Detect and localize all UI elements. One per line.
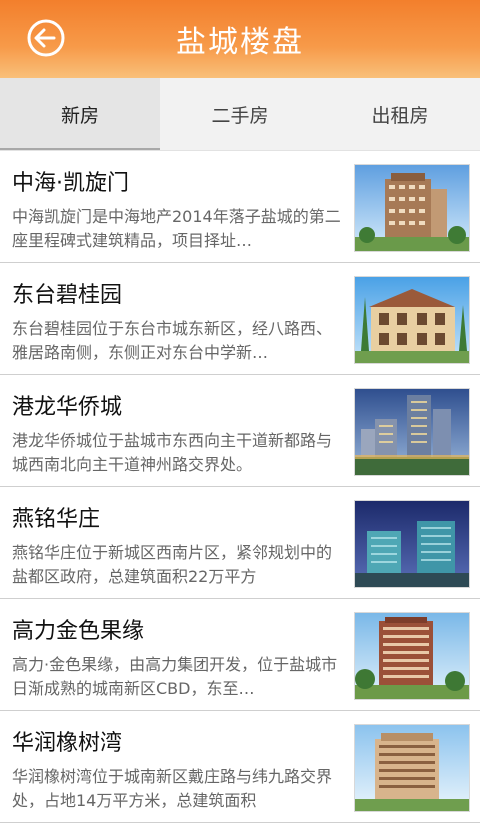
listing-thumbnail xyxy=(354,724,470,812)
back-arrow-icon[interactable] xyxy=(26,18,66,58)
listing-description: 中海凯旋门是中海地产2014年落子盐城的第二座里程碑式建筑精品，项目择址… xyxy=(12,207,341,250)
listing-thumbnail xyxy=(354,164,470,252)
listing-title: 港龙华侨城 xyxy=(12,395,123,420)
listing-description: 高力·金色果缘，由高力集团开发，位于盐城市日渐成熟的城南新区CBD，东至… xyxy=(12,655,338,698)
listing-thumbnail xyxy=(354,500,470,588)
tab-second-hand[interactable]: 二手房 xyxy=(160,78,320,150)
list-item[interactable]: 东台碧桂园 东台碧桂园位于东台市城东新区，经八路西、雅居路南侧，东侧正对东台中学… xyxy=(0,263,480,375)
list-item[interactable]: 华润橡树湾 华润橡树湾位于城南新区戴庄路与纬九路交界处，占地14万平方米，总建筑… xyxy=(0,711,480,823)
page-title: 盐城楼盘 xyxy=(176,25,304,60)
listing-title: 高力金色果缘 xyxy=(12,619,145,644)
app-header: 盐城楼盘 xyxy=(0,0,480,78)
listing-title: 华润橡树湾 xyxy=(12,731,123,756)
tab-bar: 新房 二手房 出租房 xyxy=(0,78,480,151)
list-item[interactable]: 燕铭华庄 燕铭华庄位于新城区西南片区，紧邻规划中的盐都区政府，总建筑面积22万平… xyxy=(0,487,480,599)
listing-list: 中海·凯旋门 中海凯旋门是中海地产2014年落子盐城的第二座里程碑式建筑精品，项… xyxy=(0,151,480,823)
listing-thumbnail xyxy=(354,388,470,476)
listing-title: 燕铭华庄 xyxy=(12,507,101,532)
listing-description: 港龙华侨城位于盐城市东西向主干道新都路与城西南北向主干道神州路交界处。 xyxy=(12,431,333,474)
list-item[interactable]: 中海·凯旋门 中海凯旋门是中海地产2014年落子盐城的第二座里程碑式建筑精品，项… xyxy=(0,151,480,263)
listing-title: 东台碧桂园 xyxy=(12,283,123,308)
listing-thumbnail xyxy=(354,612,470,700)
listing-description: 华润橡树湾位于城南新区戴庄路与纬九路交界处，占地14万平方米，总建筑面积 xyxy=(12,767,333,810)
listing-title: 中海·凯旋门 xyxy=(12,171,129,196)
listing-description: 东台碧桂园位于东台市城东新区，经八路西、雅居路南侧，东侧正对东台中学新… xyxy=(12,319,333,362)
list-item[interactable]: 高力金色果缘 高力·金色果缘，由高力集团开发，位于盐城市日渐成熟的城南新区CBD… xyxy=(0,599,480,711)
list-item[interactable]: 港龙华侨城 港龙华侨城位于盐城市东西向主干道新都路与城西南北向主干道神州路交界处… xyxy=(0,375,480,487)
tab-new-homes[interactable]: 新房 xyxy=(0,78,160,150)
tab-rentals[interactable]: 出租房 xyxy=(320,78,480,150)
listing-thumbnail xyxy=(354,276,470,364)
listing-description: 燕铭华庄位于新城区西南片区，紧邻规划中的盐都区政府，总建筑面积22万平方 xyxy=(12,543,333,586)
